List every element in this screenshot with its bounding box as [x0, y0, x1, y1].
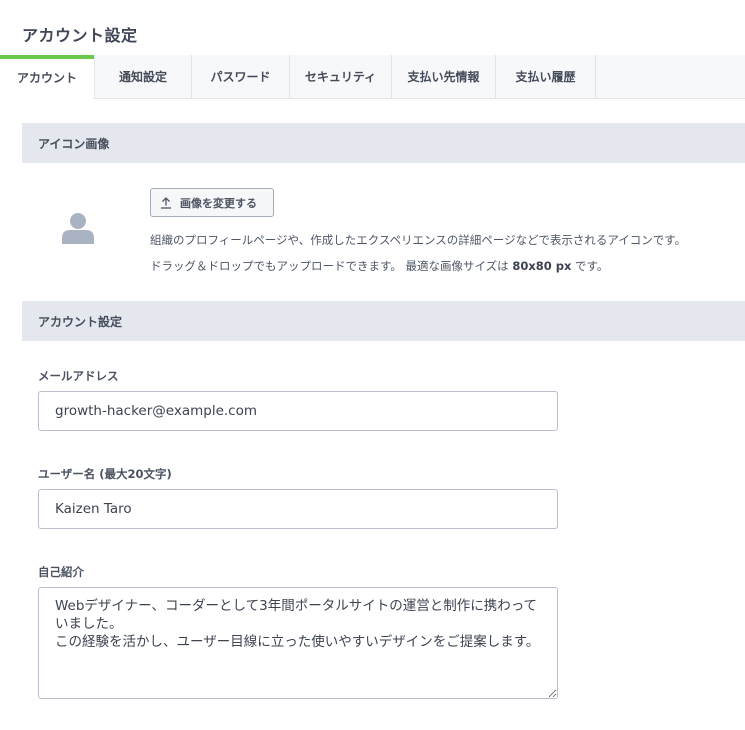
username-label: ユーザー名 (最大20文字): [38, 467, 172, 481]
tab-label: 支払い先情報: [407, 70, 480, 84]
tab-payee-info[interactable]: 支払い先情報: [392, 55, 496, 98]
username-field[interactable]: [38, 489, 558, 529]
email-label: メールアドレス: [38, 369, 119, 383]
bio-label: 自己紹介: [38, 565, 84, 579]
settings-tabs: アカウント 通知設定 パスワード セキュリティ 支払い先情報 支払い履歴: [0, 55, 745, 99]
email-field[interactable]: [38, 391, 558, 431]
image-size-hint-suffix: です。: [571, 259, 609, 273]
tab-password[interactable]: パスワード: [192, 55, 290, 98]
upload-icon: [161, 196, 171, 209]
icon-description: 組織のプロフィールページや、作成したエクスペリエンスの詳細ページなどで表示される…: [150, 233, 687, 247]
change-image-label: 画像を変更する: [180, 196, 257, 210]
image-size-hint: ドラッグ＆ドロップでもアップロードできます。 最適な画像サイズは 80x80 p…: [150, 258, 608, 274]
tab-label: 支払い履歴: [515, 70, 576, 84]
section-title: アカウント設定: [38, 314, 123, 329]
section-title: アイコン画像: [38, 136, 110, 151]
account-settings-page: アカウント設定 アカウント 通知設定 パスワード セキュリティ 支払い先情報 支…: [0, 0, 745, 730]
tab-notifications[interactable]: 通知設定: [95, 55, 192, 98]
tab-payment-history[interactable]: 支払い履歴: [496, 55, 596, 98]
change-image-button[interactable]: 画像を変更する: [150, 188, 274, 217]
tab-label: アカウント: [16, 70, 77, 85]
tab-security[interactable]: セキュリティ: [290, 55, 392, 98]
page-title: アカウント設定: [22, 26, 138, 45]
account-section-header: アカウント設定: [22, 301, 745, 341]
tab-label: 通知設定: [118, 70, 167, 84]
tab-account[interactable]: アカウント: [0, 55, 95, 99]
image-size-hint-prefix: ドラッグ＆ドロップでもアップロードできます。 最適な画像サイズは: [150, 259, 513, 273]
tab-label: セキュリティ: [304, 70, 377, 84]
icon-section-header: アイコン画像: [22, 123, 745, 163]
image-size-value: 80x80 px: [512, 259, 572, 273]
tab-label: パスワード: [210, 70, 271, 84]
bio-textarea[interactable]: Webデザイナー、コーダーとして3年間ポータルサイトの運営と制作に携わっていまし…: [38, 587, 558, 699]
user-silhouette-icon[interactable]: [62, 212, 94, 244]
